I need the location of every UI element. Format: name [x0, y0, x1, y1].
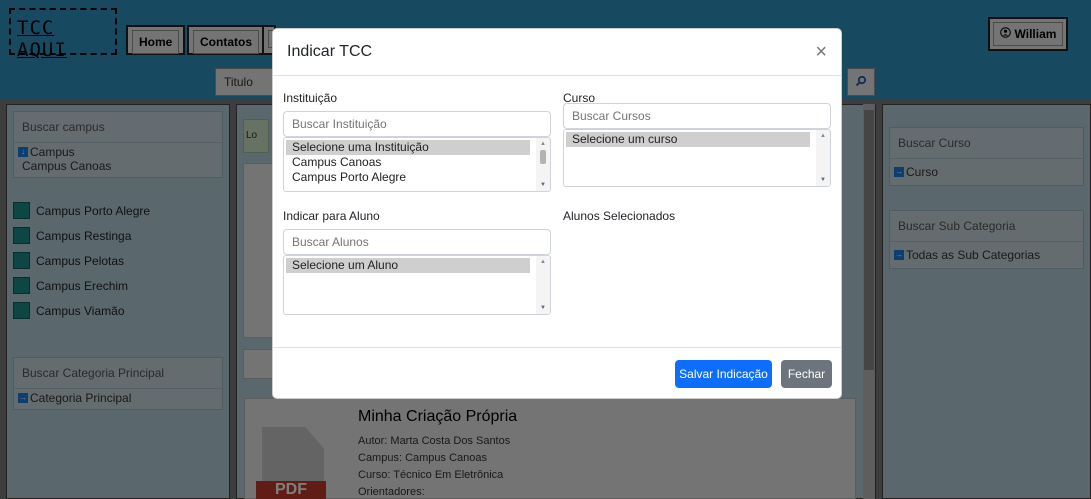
- institution-option[interactable]: Campus Canoas: [284, 155, 550, 170]
- scroll-up-icon[interactable]: ▲: [540, 141, 546, 147]
- indicar-tcc-modal: Indicar TCC × Instituição Selecione uma …: [272, 28, 842, 399]
- course-select[interactable]: Selecione um curso ▲ ▼: [563, 129, 831, 187]
- institution-scrollbar[interactable]: ▲ ▼: [536, 138, 550, 191]
- scroll-up-icon[interactable]: ▲: [540, 259, 546, 265]
- save-indication-button[interactable]: Salvar Indicação: [675, 360, 772, 388]
- scroll-thumb[interactable]: [540, 150, 546, 164]
- modal-header: Indicar TCC ×: [273, 29, 841, 76]
- course-search-input[interactable]: [563, 103, 831, 129]
- close-button[interactable]: Fechar: [781, 360, 832, 388]
- scroll-up-icon[interactable]: ▲: [820, 133, 826, 139]
- course-option[interactable]: Selecione um curso: [566, 132, 810, 147]
- scroll-down-icon[interactable]: ▼: [540, 305, 546, 311]
- student-scrollbar[interactable]: ▲ ▼: [536, 256, 550, 314]
- student-label: Indicar para Aluno: [283, 209, 380, 223]
- course-scrollbar[interactable]: ▲ ▼: [816, 130, 830, 186]
- institution-select[interactable]: Selecione uma Instituição Campus Canoas …: [283, 137, 551, 192]
- scroll-down-icon[interactable]: ▼: [820, 177, 826, 183]
- institution-search-input[interactable]: [283, 111, 551, 137]
- institution-option[interactable]: Selecione uma Instituição: [286, 140, 530, 155]
- modal-footer: Salvar Indicação Fechar: [273, 347, 841, 399]
- student-search-input[interactable]: [283, 229, 551, 255]
- selected-students-label: Alunos Selecionados: [563, 209, 676, 223]
- student-select[interactable]: Selecione um Aluno ▲ ▼: [283, 255, 551, 315]
- institution-label: Instituição: [283, 91, 338, 105]
- modal-title: Indicar TCC: [287, 43, 373, 60]
- close-icon[interactable]: ×: [815, 42, 827, 62]
- institution-option[interactable]: Campus Porto Alegre: [284, 170, 550, 185]
- student-option[interactable]: Selecione um Aluno: [286, 258, 530, 273]
- scroll-down-icon[interactable]: ▼: [540, 182, 546, 188]
